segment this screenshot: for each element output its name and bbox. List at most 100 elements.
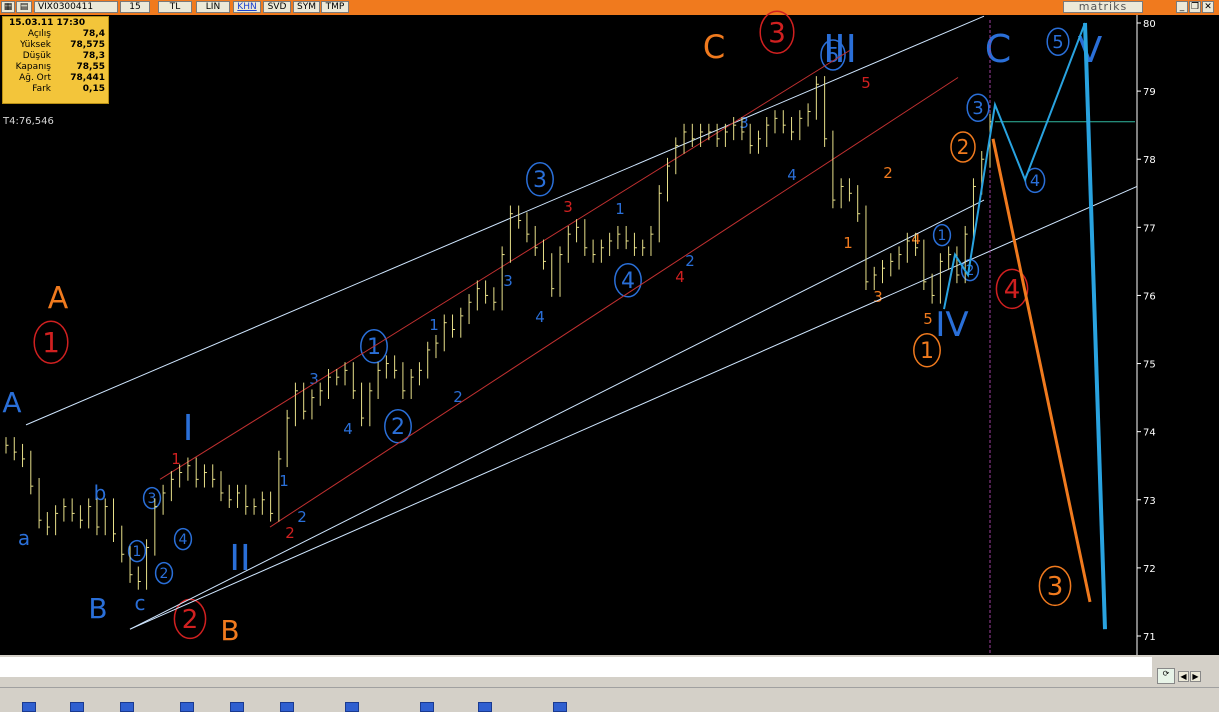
y-tick-label: 75 [1143,360,1156,371]
wave-label: c [135,591,146,615]
wave-label-small: 3 [873,288,883,306]
tab-icon[interactable] [280,702,294,712]
wave-label: A [48,281,69,316]
wave-drop-orange [991,138,1092,603]
info-label: Yüksek [20,40,51,50]
y-tick-label: 78 [1143,155,1156,166]
info-row-open: Açılış 78,4 [3,29,108,40]
wave-label-small: 3 [503,272,513,290]
wave-label: b [94,481,107,505]
info-row-change: Fark 0,15 [3,84,108,95]
wave-label: 3 [1047,572,1064,602]
info-row-high: Yüksek 78,575 [3,40,108,51]
inner-channel-lower [269,77,959,528]
info-value: 0,15 [82,84,105,94]
wave-label-small: 4 [535,308,545,326]
wave-label-small: 4 [787,166,797,184]
wave-label: 1 [42,326,60,359]
wave-label: C [985,27,1012,71]
wave-label-small: 2 [297,508,307,526]
info-label: Fark [32,84,51,94]
trend-channels [25,15,1138,655]
info-label: Açılış [27,29,51,39]
tab-icon[interactable] [22,702,36,712]
wave-label: 1 [920,339,934,364]
y-tick-label: 79 [1143,87,1156,98]
wave-label: I [183,408,194,449]
wave-label: 2 [391,415,405,440]
wave-label: B [88,592,107,625]
scroll-right-icon[interactable]: ▶ [1190,671,1201,682]
wave-label-small: 4 [343,420,353,438]
channel-line [129,199,985,630]
y-tick-label: 74 [1143,428,1156,439]
tab-icon[interactable] [478,702,492,712]
x-axis [0,657,1152,677]
wave-label-small: 1 [615,200,625,218]
info-value: 78,575 [70,40,105,50]
wave-label: 2 [957,135,970,159]
price-bars [5,76,993,590]
wave-label-small: 5 [923,310,933,328]
info-value: 78,55 [76,62,105,72]
y-tick-label: 77 [1143,223,1156,234]
wave-label: 1 [367,335,381,360]
wave-label: B [220,614,239,647]
wave-label: 3 [972,98,983,119]
wave-label: II [229,538,250,579]
t4-readout: T4:76,546 [3,116,54,127]
wave-drop-cyan [1083,22,1107,630]
wave-label: 2 [160,566,169,582]
wave-label: A [2,386,21,419]
tab-icon[interactable] [553,702,567,712]
tab-icon[interactable] [420,702,434,712]
y-tick-label: 71 [1143,632,1156,643]
y-tick-label: 72 [1143,564,1156,575]
wave-label-small: 1 [843,234,853,252]
info-label: Ağ. Ort [19,73,51,83]
wave-label-small: 2 [453,388,463,406]
tab-icon[interactable] [230,702,244,712]
y-tick-label: 80 [1143,19,1156,30]
refresh-icon[interactable]: ⟳ [1157,668,1175,684]
info-value: 78,3 [82,51,105,61]
bottom-tab-strip [0,687,1219,712]
wave-annotations: AAabcBBIIIIIIIVVCC1324512312345345121234… [2,10,1179,647]
tab-icon[interactable] [180,702,194,712]
info-row-vwap: Ağ. Ort 78,441 [3,73,108,84]
scroll-left-icon[interactable]: ◀ [1178,671,1189,682]
price-chart[interactable]: AAabcBBIIIIIIIVVCC1324512312345345121234… [0,0,1219,706]
wave-label: a [18,526,30,550]
wave-label: 3 [533,168,547,193]
y-axis: 7172737475767778798007080910111415 [41,15,1219,676]
info-label: Düşük [22,51,51,61]
wave-label: 2 [182,605,199,635]
wave-label: IV [935,305,968,345]
tab-icon[interactable] [345,702,359,712]
y-axis-background [1137,15,1219,655]
wave-label-small: 1 [279,472,289,490]
horizontal-scrollbar[interactable] [0,677,1152,687]
info-label: Kapanış [15,62,51,72]
ohlc-info-box: 15.03.11 17:30 Açılış 78,4 Yüksek 78,575 D… [2,16,109,104]
wave-label-small: 2 [883,164,893,182]
wave-label-small: 5 [861,74,871,92]
tab-icon[interactable] [120,702,134,712]
wave-label: 4 [1004,275,1021,305]
tab-icon[interactable] [70,702,84,712]
channel-line [25,15,985,426]
wave-label: 1 [133,544,142,560]
wave-label: 5 [1052,32,1063,53]
wave-label: 3 [768,16,786,49]
wave-label-small: 3 [563,198,573,216]
inner-channel-upper [159,49,851,480]
wave-label: 1 [938,228,947,244]
channel-lower-ext [129,186,1138,630]
wave-label: C [703,28,725,66]
wave-label-small: 1 [429,316,439,334]
y-tick-label: 76 [1143,291,1156,302]
info-row-low: Düşük 78,3 [3,51,108,62]
wave-label: 4 [1030,171,1040,190]
y-tick-label: 73 [1143,496,1156,507]
info-row-close: Kapanış 78,55 [3,62,108,73]
